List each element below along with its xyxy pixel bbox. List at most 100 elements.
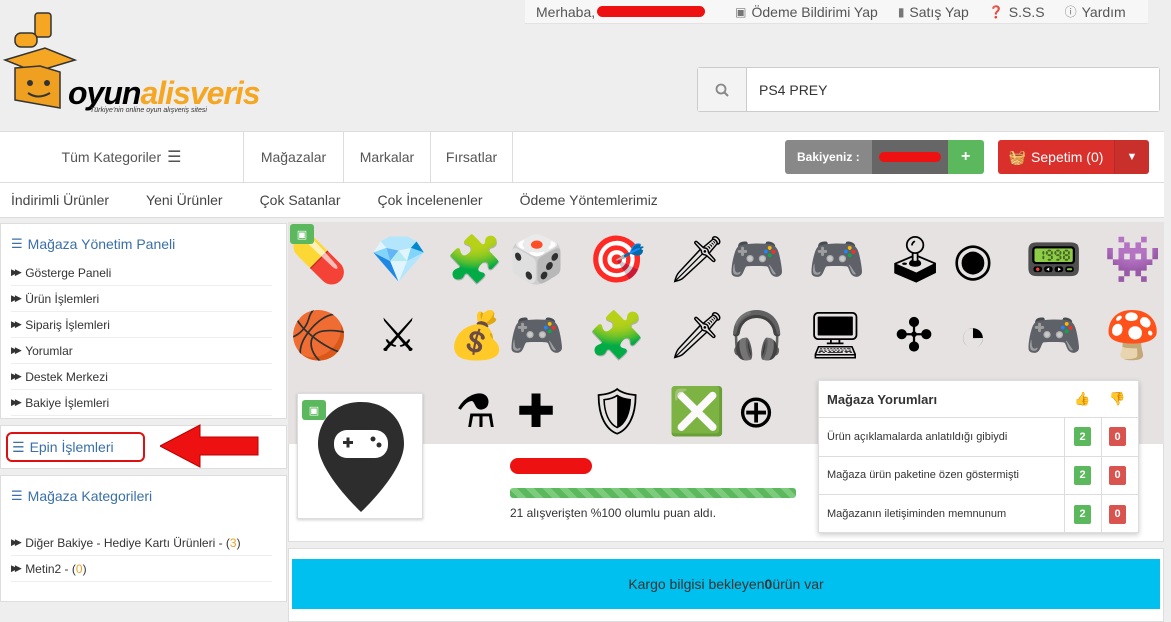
double-chevron-icon: ▶▶ xyxy=(11,397,22,407)
category-close-paren: ) xyxy=(82,561,87,576)
menu-icon: ☰ xyxy=(167,149,182,166)
chevron-down-icon: ▼ xyxy=(1126,151,1138,163)
store-reviews-panel: Mağaza Yorumları 👍 👎 Ürün açıklamalarda … xyxy=(818,380,1139,534)
subnav-new[interactable]: Yeni Ürünler xyxy=(146,192,223,208)
basket-icon: 🧺 xyxy=(1008,148,1027,165)
sword-icon: 🗡 xyxy=(668,233,727,285)
greeting-text: Merhaba, xyxy=(536,3,596,20)
site-logo[interactable]: oyunalisveris Türkiye'nin online oyun al… xyxy=(0,8,310,118)
diamond-icon: 💎 xyxy=(370,233,428,285)
reviews-title: Mağaza Yorumları xyxy=(827,391,938,407)
shipping-info-alert: Kargo bilgisi bekleyen 0 ürün var xyxy=(292,559,1160,609)
cart-button[interactable]: 🧺 Sepetim (0) xyxy=(998,140,1114,174)
sidebar-item-label: Ürün İşlemleri xyxy=(25,291,100,306)
all-categories-button[interactable]: Tüm Kategoriler ☰ xyxy=(0,132,244,182)
gamepad-pin-icon xyxy=(318,402,404,512)
plus-icon: ⊕ xyxy=(736,385,776,437)
info-icon: ⓘ xyxy=(1064,5,1077,19)
sell-link[interactable]: ▮ Satış Yap xyxy=(898,4,969,20)
double-chevron-icon: ▶▶ xyxy=(11,563,22,573)
sword-icon: ⚔ xyxy=(377,309,419,361)
balance-box: Bakiyeniz : + xyxy=(785,140,984,174)
shipping-text-before: Kargo bilgisi bekleyen xyxy=(628,576,765,592)
gamepad-icon: 🎮 xyxy=(1025,309,1083,361)
double-chevron-icon: ▶▶ xyxy=(11,319,22,329)
sidebar-item-label: Yorumlar xyxy=(25,343,73,358)
headset-icon: 🎧 xyxy=(728,309,786,361)
double-chevron-icon: ▶▶ xyxy=(11,267,22,277)
greeting: Merhaba, xyxy=(536,3,706,20)
category-name: Diğer Bakiye - Hediye Kartı Ürünleri - ( xyxy=(25,535,230,550)
category-count: 3 xyxy=(229,535,237,550)
positive-count-badge: 2 xyxy=(1074,427,1091,447)
search-button[interactable] xyxy=(698,68,747,111)
subnav-most-viewed[interactable]: Çok İncelenenler xyxy=(378,192,483,208)
dpad-icon: ✚ xyxy=(516,385,556,437)
target-icon: 🎯 xyxy=(588,233,646,285)
sidebar-item-support[interactable]: ▶▶ Destek Merkezi xyxy=(11,364,272,390)
category-item-metin2[interactable]: ▶▶ Metin2 - (0) xyxy=(11,556,272,582)
shield-icon: 🛡 xyxy=(588,385,647,437)
double-chevron-icon: ▶▶ xyxy=(11,345,22,355)
review-row: Mağaza ürün paketine özen göstermişti 2 … xyxy=(819,456,1138,495)
gamepad-icon: 🎮 xyxy=(808,233,866,285)
question-icon: ❓ xyxy=(988,4,1004,19)
money-bag-icon: 💰 xyxy=(448,309,506,361)
bar-chart-icon: ▮ xyxy=(897,4,905,19)
review-row: Ürün açıklamalarda anlatıldığı gibiydi 2… xyxy=(819,418,1138,457)
computer-icon: 🖥 xyxy=(806,309,865,361)
gamepad-icon: 🎮 xyxy=(508,309,566,361)
gameboy-icon: 📟 xyxy=(1025,233,1083,285)
rating-text: 21 alışverişten %100 olumlu puan aldı. xyxy=(510,506,717,520)
sidebar-item-dashboard[interactable]: ▶▶ Gösterge Paneli xyxy=(11,260,272,286)
logo-tagline: Türkiye'nin online oyun alışveriş sitesi xyxy=(90,107,207,114)
sidebar-item-products[interactable]: ▶▶ Ürün İşlemleri xyxy=(11,286,272,312)
menu-icon: ☰ xyxy=(11,488,23,503)
thumbs-up-icon: 👍 xyxy=(1074,391,1091,406)
negative-count-badge: 0 xyxy=(1109,465,1126,485)
puzzle-icon: 🧩 xyxy=(588,309,646,361)
search-bar xyxy=(697,67,1160,112)
sidebar-item-balance[interactable]: ▶▶ Bakiye İşlemleri xyxy=(11,390,272,416)
search-input[interactable] xyxy=(747,68,1159,111)
dice-icon: 🎲 xyxy=(508,233,566,285)
epin-link[interactable]: ☰ Epin İşlemleri xyxy=(6,432,145,462)
payment-notice-link[interactable]: ▣ Ödeme Bildirimi Yap xyxy=(735,4,878,20)
sword-icon: 🗡 xyxy=(668,309,727,361)
subnav-payment-methods[interactable]: Ödeme Yöntemlerimiz xyxy=(520,192,658,208)
sub-nav: İndirimli Ürünler Yeni Ürünler Çok Satan… xyxy=(0,183,1164,218)
category-item-gift-cards[interactable]: ▶▶ Diğer Bakiye - Hediye Kartı Ürünleri … xyxy=(11,530,272,556)
main-nav: Tüm Kategoriler ☰ Mağazalar Markalar Fır… xyxy=(0,131,1164,183)
nav-brands[interactable]: Markalar xyxy=(344,132,431,182)
categories-panel: ☰ Mağaza Kategorileri ▶▶ Diğer Bakiye - … xyxy=(0,475,287,602)
menu-icon: ☰ xyxy=(12,438,25,455)
sidebar-item-orders[interactable]: ▶▶ Sipariş İşlemleri xyxy=(11,312,272,338)
joystick-icon: 🕹 xyxy=(886,233,945,285)
help-link[interactable]: ⓘ Yardım xyxy=(1065,3,1126,20)
nav-stores[interactable]: Mağazalar xyxy=(244,132,344,182)
subnav-bestsellers[interactable]: Çok Satanlar xyxy=(260,192,341,208)
shipping-text-after: ürün var xyxy=(772,576,824,592)
management-panel-title-text: Mağaza Yönetim Paneli xyxy=(27,236,176,252)
mushroom-icon: 🍄 xyxy=(1104,309,1162,361)
add-balance-button[interactable]: + xyxy=(947,140,984,174)
faq-link[interactable]: ❓ S.S.S xyxy=(989,4,1045,20)
management-panel: ☰ Mağaza Yönetim Paneli ▶▶ Gösterge Pane… xyxy=(0,223,287,419)
faq-label: S.S.S xyxy=(1008,3,1045,20)
store-avatar: ▣ xyxy=(297,393,423,519)
gamepad-icon: 🎮 xyxy=(728,233,786,285)
category-close-paren: ) xyxy=(236,535,241,550)
positive-count-badge: 2 xyxy=(1074,465,1091,485)
pacman-icon: ◔ xyxy=(959,309,987,361)
negative-count-badge: 0 xyxy=(1109,427,1126,447)
balance-value xyxy=(871,140,948,174)
logo-word-accent: alisveris xyxy=(140,75,260,111)
subnav-discounted[interactable]: İndirimli Ürünler xyxy=(11,192,109,208)
sidebar-item-comments[interactable]: ▶▶ Yorumlar xyxy=(11,338,272,364)
help-label: Yardım xyxy=(1081,3,1126,20)
logo-word-main: oyun xyxy=(68,75,141,111)
nav-deals[interactable]: Fırsatlar xyxy=(431,132,513,182)
all-categories-label: Tüm Kategoriler xyxy=(61,149,162,165)
cart-dropdown-toggle[interactable]: ▼ xyxy=(1114,140,1149,174)
sidebar-item-label: Gösterge Paneli xyxy=(25,265,112,280)
